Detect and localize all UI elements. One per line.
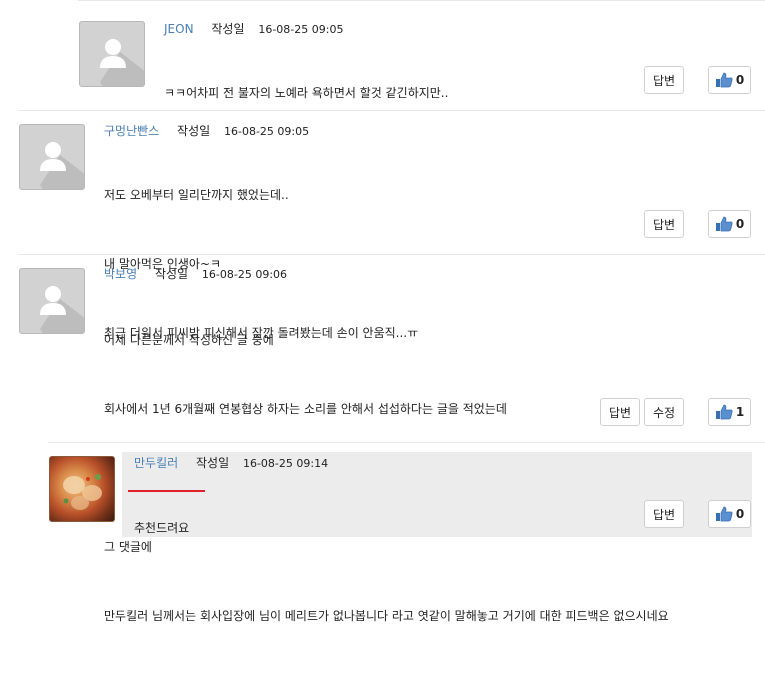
- like-count: 0: [735, 507, 745, 521]
- author-name[interactable]: 만두킬러: [134, 456, 178, 470]
- like-button[interactable]: 0: [708, 500, 751, 528]
- reply-button-label: 답변: [652, 507, 676, 522]
- comment-item-reply: 만두킬러 작성일 16-08-25 09:14 추천드려요 답변 0: [0, 0, 765, 537]
- date-label: 작성일: [196, 456, 230, 470]
- comment-body: 추천드려요: [134, 471, 189, 586]
- highlight-underline: [128, 490, 205, 492]
- user-photo-avatar: [49, 456, 115, 522]
- reply-button[interactable]: 답변: [644, 500, 684, 528]
- comment-line: 만두킬러 님께서는 회사입장에 님이 메리트가 없나봅니다 라고 엿같이 말해놓…: [104, 609, 669, 623]
- comment-date: 16-08-25 09:14: [242, 457, 329, 470]
- thumbs-up-icon: [715, 506, 733, 522]
- comment-meta: 만두킬러 작성일 16-08-25 09:14: [134, 454, 328, 471]
